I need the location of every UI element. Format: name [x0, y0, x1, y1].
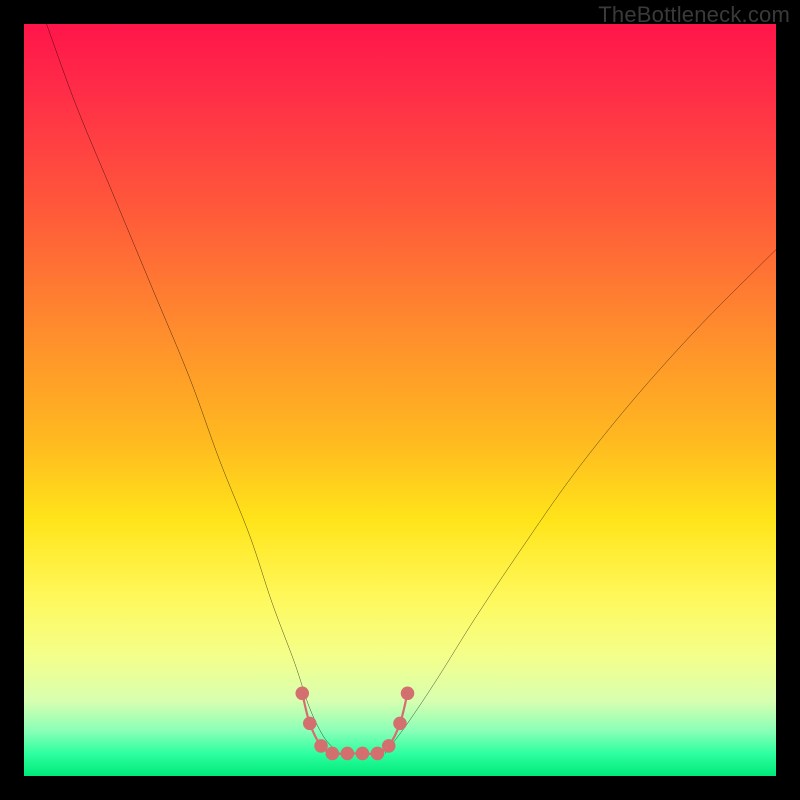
trough-marker-dot: [314, 739, 328, 753]
trough-marker-dot: [341, 747, 355, 761]
trough-marker-dot: [303, 717, 317, 731]
chart-frame: TheBottleneck.com: [0, 0, 800, 800]
right-curve: [385, 250, 776, 754]
trough-marker-dot: [356, 747, 370, 761]
trough-marker-dot: [326, 747, 340, 761]
left-curve: [47, 24, 340, 753]
chart-curves: [24, 24, 776, 776]
trough-marker-dot: [295, 687, 309, 701]
trough-marker-dot: [371, 747, 385, 761]
trough-marker-dot: [393, 717, 407, 731]
trough-marker-dot: [382, 739, 396, 753]
trough-marker-dots: [295, 687, 414, 761]
trough-marker-dot: [401, 687, 415, 701]
